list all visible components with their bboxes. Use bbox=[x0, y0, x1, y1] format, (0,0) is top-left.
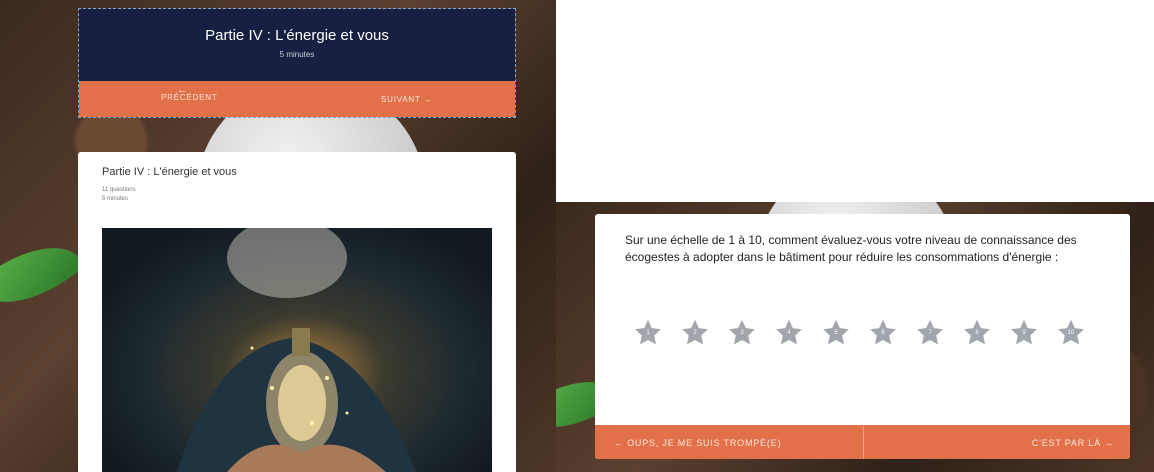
rating-star-2[interactable]: 2 bbox=[680, 318, 710, 348]
rating-star-4[interactable]: 4 bbox=[774, 318, 804, 348]
star-number: 1 bbox=[646, 330, 650, 336]
content-duration: 5 minutes bbox=[102, 196, 129, 202]
star-rating: 1 2 3 4 5 6 7 8 9 10 bbox=[633, 318, 1103, 356]
arrow-left-icon: ← bbox=[177, 84, 189, 96]
star-number: 7 bbox=[928, 330, 932, 336]
rating-star-8[interactable]: 8 bbox=[962, 318, 992, 348]
star-number: 9 bbox=[1022, 330, 1026, 336]
star-number: 4 bbox=[787, 330, 791, 336]
hero-image bbox=[102, 218, 492, 472]
left-screen: Partie IV : L'énergie et vous 5 minutes … bbox=[0, 0, 556, 472]
back-button[interactable]: ← OUPS, JE ME SUIS TROMPÉ(E) bbox=[614, 438, 781, 448]
rating-star-10[interactable]: 10 bbox=[1056, 318, 1086, 348]
rating-star-7[interactable]: 7 bbox=[915, 318, 945, 348]
star-number: 8 bbox=[975, 330, 979, 336]
star-number: 3 bbox=[740, 330, 744, 336]
star-number: 10 bbox=[1067, 330, 1075, 336]
continue-button[interactable]: C'EST PAR LÀ → bbox=[1032, 438, 1114, 448]
rating-star-9[interactable]: 9 bbox=[1009, 318, 1039, 348]
section-duration: 5 minutes bbox=[279, 50, 315, 59]
rating-star-1[interactable]: 1 bbox=[633, 318, 663, 348]
next-button[interactable]: SUIVANT → bbox=[381, 95, 432, 104]
question-card: Sur une échelle de 1 à 10, comment évalu… bbox=[595, 214, 1130, 459]
rating-star-6[interactable]: 6 bbox=[868, 318, 898, 348]
answer-nav-bar: ← OUPS, JE ME SUIS TROMPÉ(E) C'EST PAR L… bbox=[595, 425, 1130, 459]
section-content-card: Partie IV : L'énergie et vous 11 questio… bbox=[78, 152, 516, 472]
lightbulb-hands-illustration bbox=[176, 218, 416, 472]
previous-label: PRÉCÉDENT bbox=[161, 93, 218, 102]
divider bbox=[863, 425, 864, 459]
star-number: 2 bbox=[693, 330, 697, 336]
section-nav-card: Partie IV : L'énergie et vous 5 minutes … bbox=[78, 8, 516, 118]
leaf-decoration bbox=[0, 225, 86, 325]
question-text: Sur une échelle de 1 à 10, comment évalu… bbox=[625, 233, 1077, 264]
rating-star-5[interactable]: 5 bbox=[821, 318, 851, 348]
star-number: 6 bbox=[881, 330, 885, 336]
star-number: 5 bbox=[834, 330, 838, 336]
question-count: 11 questions bbox=[102, 187, 136, 193]
section-header: Partie IV : L'énergie et vous 5 minutes bbox=[79, 9, 515, 81]
section-nav-bar: ← PRÉCÉDENT SUIVANT → bbox=[79, 81, 515, 117]
previous-button[interactable]: ← PRÉCÉDENT bbox=[161, 84, 218, 102]
right-screen: Sur une échelle de 1 à 10, comment évalu… bbox=[556, 202, 1154, 472]
rating-star-3[interactable]: 3 bbox=[727, 318, 757, 348]
content-title: Partie IV : L'énergie et vous bbox=[102, 166, 237, 178]
section-title: Partie IV : L'énergie et vous bbox=[205, 27, 389, 44]
